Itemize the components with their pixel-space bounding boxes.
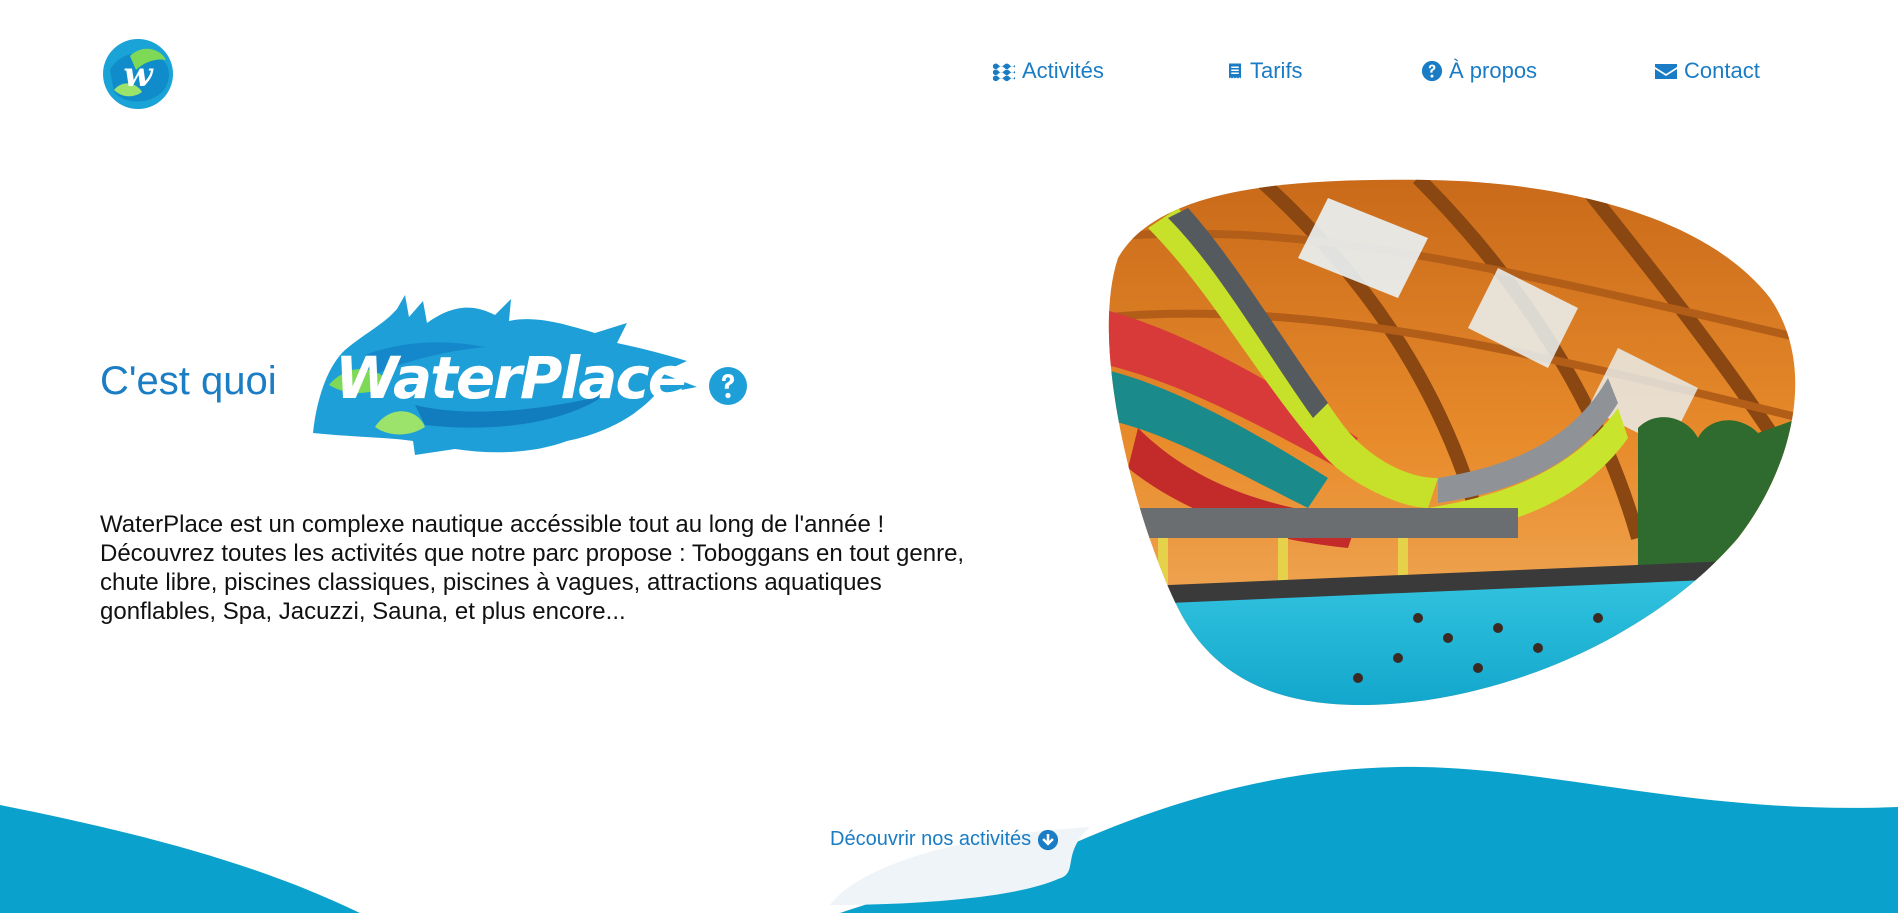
nav-item-activites[interactable]: Activités [992,58,1104,84]
arrow-down-circle-icon [1038,829,1059,850]
cta-label: Découvrir nos activités [830,828,1032,850]
envelope-icon [1655,64,1677,79]
main-nav: Activités Tarifs À propos Contact [0,58,1898,88]
question-circle-icon [1421,60,1443,82]
brand-name: WaterPlace [335,344,687,412]
receipt-icon [1229,63,1241,79]
waves-icon [993,63,1015,82]
nav-item-tarifs[interactable]: Tarifs [1226,58,1303,84]
hero-lead: C'est quoi [100,359,277,403]
nav-label-tarifs: Tarifs [1250,58,1303,83]
question-circle-icon[interactable] [708,366,748,406]
nav-item-contact[interactable]: Contact [1654,58,1760,84]
nav-label-activites: Activités [1022,58,1104,83]
hero-headline: C'est quoi WaterPlace [100,255,780,465]
nav-label-a-propos: À propos [1449,58,1538,83]
nav-label-contact: Contact [1684,58,1760,83]
nav-item-a-propos[interactable]: À propos [1421,58,1537,84]
waterpark-photo [1108,179,1796,706]
discover-activities-link[interactable]: Découvrir nos activités [830,828,1059,851]
hero-description: WaterPlace est un complexe nautique accé… [100,511,965,625]
